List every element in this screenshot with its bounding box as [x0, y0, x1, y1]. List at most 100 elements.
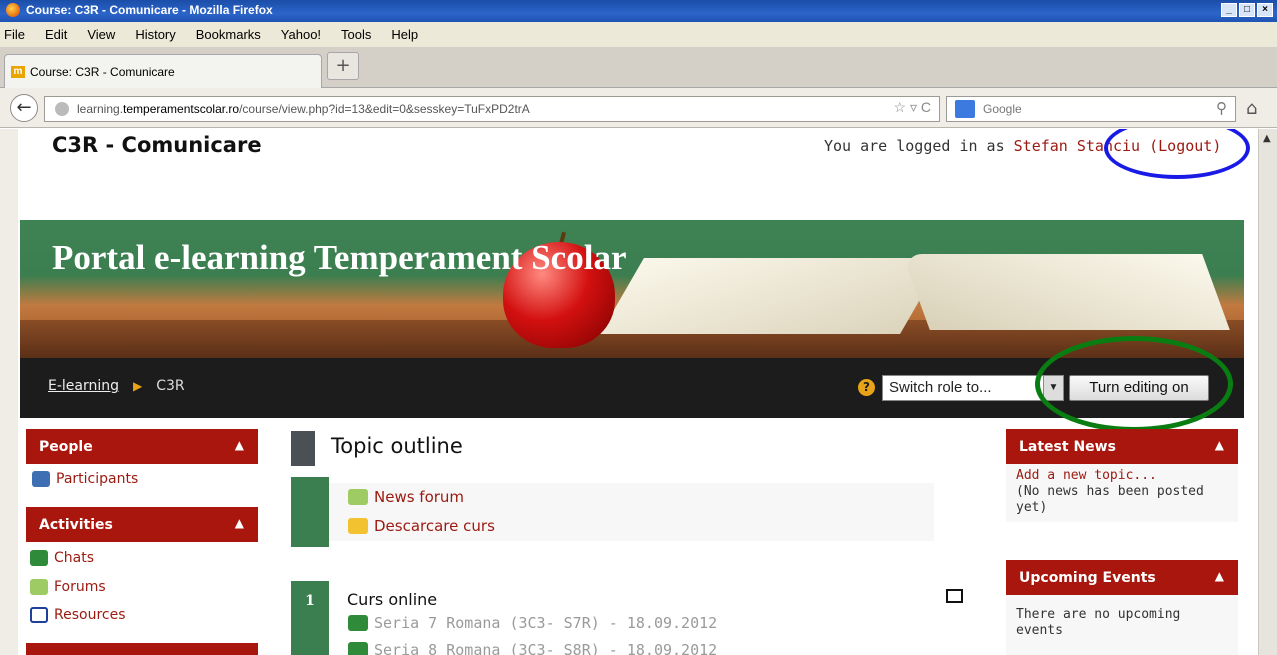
left-frame [0, 129, 18, 655]
activities-block-header[interactable]: Activities ▲ [26, 507, 258, 542]
minimize-icon[interactable]: _ [1221, 3, 1237, 17]
annotation-circle-editing [1035, 336, 1233, 432]
people-block-header[interactable]: People ▲ [26, 429, 258, 464]
collapse-icon[interactable]: ▲ [235, 438, 244, 452]
section-number: 1 [305, 593, 315, 609]
url-bar[interactable]: learning. temperamentscolar.ro/course/vie… [44, 96, 940, 122]
menu-history[interactable]: History [135, 27, 175, 42]
tab-course[interactable]: m Course: C3R - Comunicare [4, 54, 322, 88]
breadcrumb: E-learning ▶ C3R [48, 378, 185, 394]
upcoming-events-body: There are no upcoming events [1006, 595, 1238, 655]
descarcare-curs-link[interactable]: Descarcare curs [348, 517, 495, 535]
section-1-sidebar: 1 [291, 581, 329, 655]
annotation-circle-logout [1104, 129, 1250, 179]
upcoming-events-block-header[interactable]: Upcoming Events ▲ [1006, 560, 1238, 595]
latest-news-title: Latest News [1019, 438, 1116, 455]
menu-edit[interactable]: Edit [45, 27, 67, 42]
logged-in-text: You are logged in as [824, 137, 1014, 155]
left-column: People ▲ Participants Activities ▲ Chats… [26, 429, 258, 655]
book-page-right [902, 254, 1230, 330]
new-tab-button[interactable]: + [327, 52, 359, 80]
book-image [600, 248, 1244, 340]
search-icon[interactable]: ⚲ [1216, 99, 1227, 117]
page-viewport: ▲ C3R - Comunicare You are logged in as … [0, 129, 1277, 655]
url-path: /course/view.php?id=13&edit=0&sesskey=Tu… [239, 102, 530, 116]
activities-block-title: Activities [39, 516, 113, 533]
search-placeholder: Google [983, 102, 1022, 116]
participants-label: Participants [56, 471, 139, 487]
collapse-icon[interactable]: ▲ [1215, 438, 1224, 452]
url-domain: temperamentscolar.ro [123, 102, 240, 116]
menu-file[interactable]: File [4, 27, 25, 42]
section-0-sidebar [291, 477, 329, 547]
menu-bar: File Edit View History Bookmarks Yahoo! … [0, 22, 1277, 48]
seria-8-label: Seria 8 Romana (3C3- S8R) - 18.09.2012 [374, 641, 718, 655]
menu-yahoo[interactable]: Yahoo! [281, 27, 321, 42]
right-column: Latest News ▲ Add a new topic... (No new… [1006, 429, 1238, 655]
tab-label: Course: C3R - Comunicare [30, 64, 175, 79]
topic-outline-title: Topic outline [331, 434, 463, 458]
chat-seria-8-link[interactable]: Seria 8 Romana (3C3- S8R) - 18.09.2012 [348, 641, 717, 655]
forum-icon [348, 489, 368, 505]
chat-seria-7-link[interactable]: Seria 7 Romana (3C3- S7R) - 18.09.2012 [348, 614, 717, 632]
chats-link[interactable]: Chats [30, 550, 94, 566]
people-block-title: People [39, 438, 93, 455]
star-icon[interactable]: ☆ [894, 99, 907, 115]
no-news-text: (No news has been posted yet) [1016, 484, 1204, 515]
no-events-text: There are no upcoming events [1016, 607, 1181, 638]
menu-view[interactable]: View [87, 27, 115, 42]
latest-news-block-header[interactable]: Latest News ▲ [1006, 429, 1238, 464]
resource-icon [30, 607, 48, 623]
site-banner: Portal e-learning Temperament Scolar [20, 220, 1244, 358]
forum-icon [30, 579, 48, 595]
google-icon[interactable] [955, 100, 975, 118]
folder-icon [348, 518, 368, 534]
breadcrumb-arrow-icon: ▶ [133, 379, 143, 393]
news-forum-label: News forum [374, 488, 465, 506]
navigation-bar: ← learning. temperamentscolar.ro/course/v… [0, 88, 1277, 128]
chat-icon [348, 642, 368, 655]
chat-icon [348, 615, 368, 631]
topic-marker [291, 431, 315, 466]
collapse-icon[interactable]: ▲ [235, 516, 244, 530]
latest-news-body: Add a new topic... (No news has been pos… [1006, 464, 1238, 522]
vertical-scrollbar[interactable]: ▲ [1258, 129, 1277, 655]
upcoming-events-title: Upcoming Events [1019, 569, 1156, 586]
banner-title: Portal e-learning Temperament Scolar [52, 238, 627, 277]
home-icon[interactable]: ⌂ [1246, 98, 1257, 119]
globe-icon [55, 102, 69, 116]
role-select-value: Switch role to... [889, 379, 992, 396]
window-controls: _ □ × [1221, 3, 1273, 17]
section-checkbox[interactable] [946, 589, 963, 603]
window-title: Course: C3R - Comunicare - Mozilla Firef… [26, 3, 273, 17]
tab-bar: m Course: C3R - Comunicare [0, 48, 1277, 88]
breadcrumb-home-link[interactable]: E-learning [48, 378, 119, 394]
window-titlebar: Course: C3R - Comunicare - Mozilla Firef… [0, 0, 1277, 22]
menu-tools[interactable]: Tools [341, 27, 371, 42]
scroll-up-icon[interactable]: ▲ [1263, 133, 1271, 144]
maximize-icon[interactable]: □ [1239, 3, 1255, 17]
help-icon[interactable]: ? [858, 379, 875, 396]
participants-link[interactable]: Participants [32, 471, 138, 487]
add-topic-link[interactable]: Add a new topic... [1016, 468, 1228, 484]
close-icon[interactable]: × [1257, 3, 1273, 17]
site-title: C3R - Comunicare [52, 133, 262, 157]
search-bar[interactable]: Google ⚲ [946, 96, 1236, 122]
menu-bookmarks[interactable]: Bookmarks [196, 27, 261, 42]
news-forum-link[interactable]: News forum [348, 488, 464, 506]
firefox-icon [6, 3, 20, 17]
url-prefix: learning. [77, 102, 124, 116]
moodle-icon: m [11, 65, 25, 78]
descarcare-label: Descarcare curs [374, 517, 495, 535]
seria-7-label: Seria 7 Romana (3C3- S7R) - 18.09.2012 [374, 614, 718, 632]
chats-label: Chats [54, 550, 95, 566]
forums-link[interactable]: Forums [30, 579, 106, 595]
menu-help[interactable]: Help [391, 27, 418, 42]
collapse-icon[interactable]: ▲ [1215, 569, 1224, 583]
forums-label: Forums [54, 579, 106, 595]
reload-icon[interactable]: C [921, 99, 931, 115]
resources-link[interactable]: Resources [30, 607, 126, 623]
next-block-header [26, 643, 258, 655]
section-1-title: Curs online [347, 590, 438, 609]
back-button[interactable]: ← [10, 94, 38, 122]
